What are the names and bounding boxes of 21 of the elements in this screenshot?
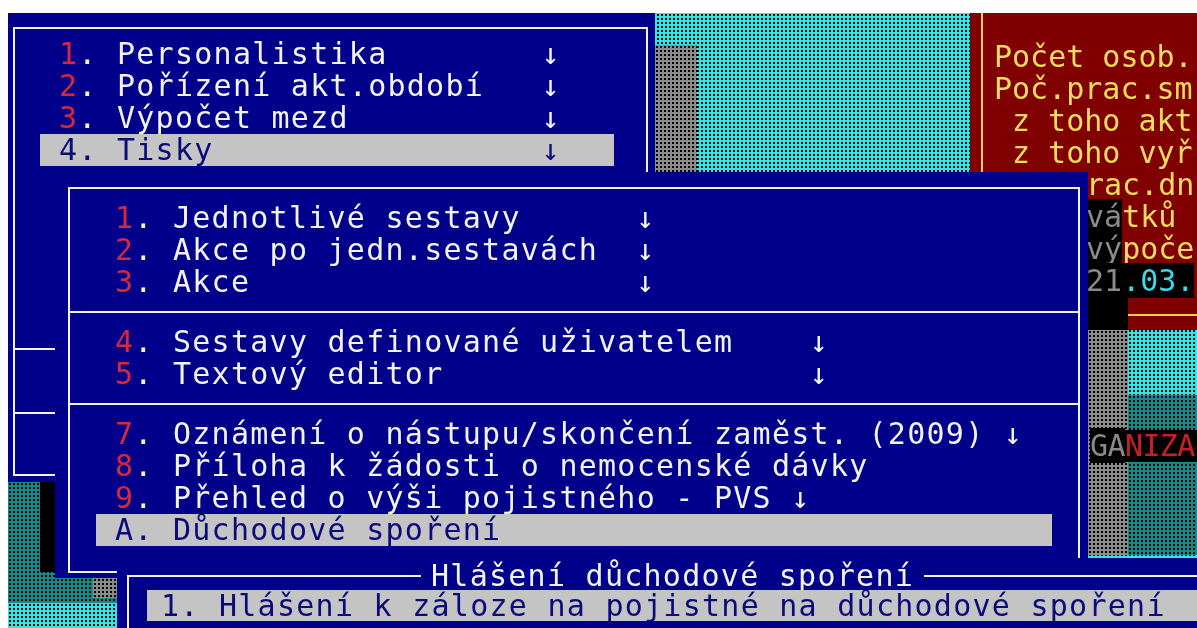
menu-item[interactable]: 9. Přehled o výši pojistného - PVS ↓	[96, 482, 811, 514]
menu-item[interactable]: A. Důchodové spoření	[96, 514, 1052, 546]
menu-item[interactable]: 5. Textový editor ↓	[96, 358, 830, 390]
info-text: Počet osob.	[994, 41, 1193, 73]
menu-item[interactable]: 3. Výpočet mezd ↓	[40, 102, 614, 134]
menu-item[interactable]: 2. Pořízení akt.období ↓	[40, 70, 614, 102]
info-text: z toho vyř	[1012, 137, 1193, 169]
menu-item[interactable]: 4. Sestavy definované uživatelem ↓	[96, 326, 830, 358]
menu-item[interactable]: 1. Jednotlivé sestavy ↓	[96, 202, 656, 234]
info-text: rac.dn	[1086, 169, 1195, 201]
menu-item[interactable]: 7. Oznámení o nástupu/skončení zaměst. (2009) ↓	[96, 418, 1024, 450]
info-text: Poč.prac.sm	[994, 73, 1193, 105]
menu-item[interactable]: 4. Tisky ↓	[40, 134, 614, 166]
side-text: GANIZA	[1090, 430, 1197, 462]
menu-item[interactable]: 8. Příloha k žádosti o nemocenské dávky	[96, 450, 869, 482]
menu-item[interactable]: 1. Hlášení k záloze na pojistné na důchodové spoření	[147, 590, 1197, 621]
info-text: z toho akt	[1012, 105, 1193, 137]
menu-item[interactable]: 3. Akce ↓	[96, 266, 656, 298]
menu-item[interactable]: 2. Akce po jedn.sestavách ↓	[96, 234, 656, 266]
menu-item[interactable]: 1. Personalistika ↓	[40, 38, 614, 70]
info-text: 21.03.	[1086, 265, 1195, 297]
